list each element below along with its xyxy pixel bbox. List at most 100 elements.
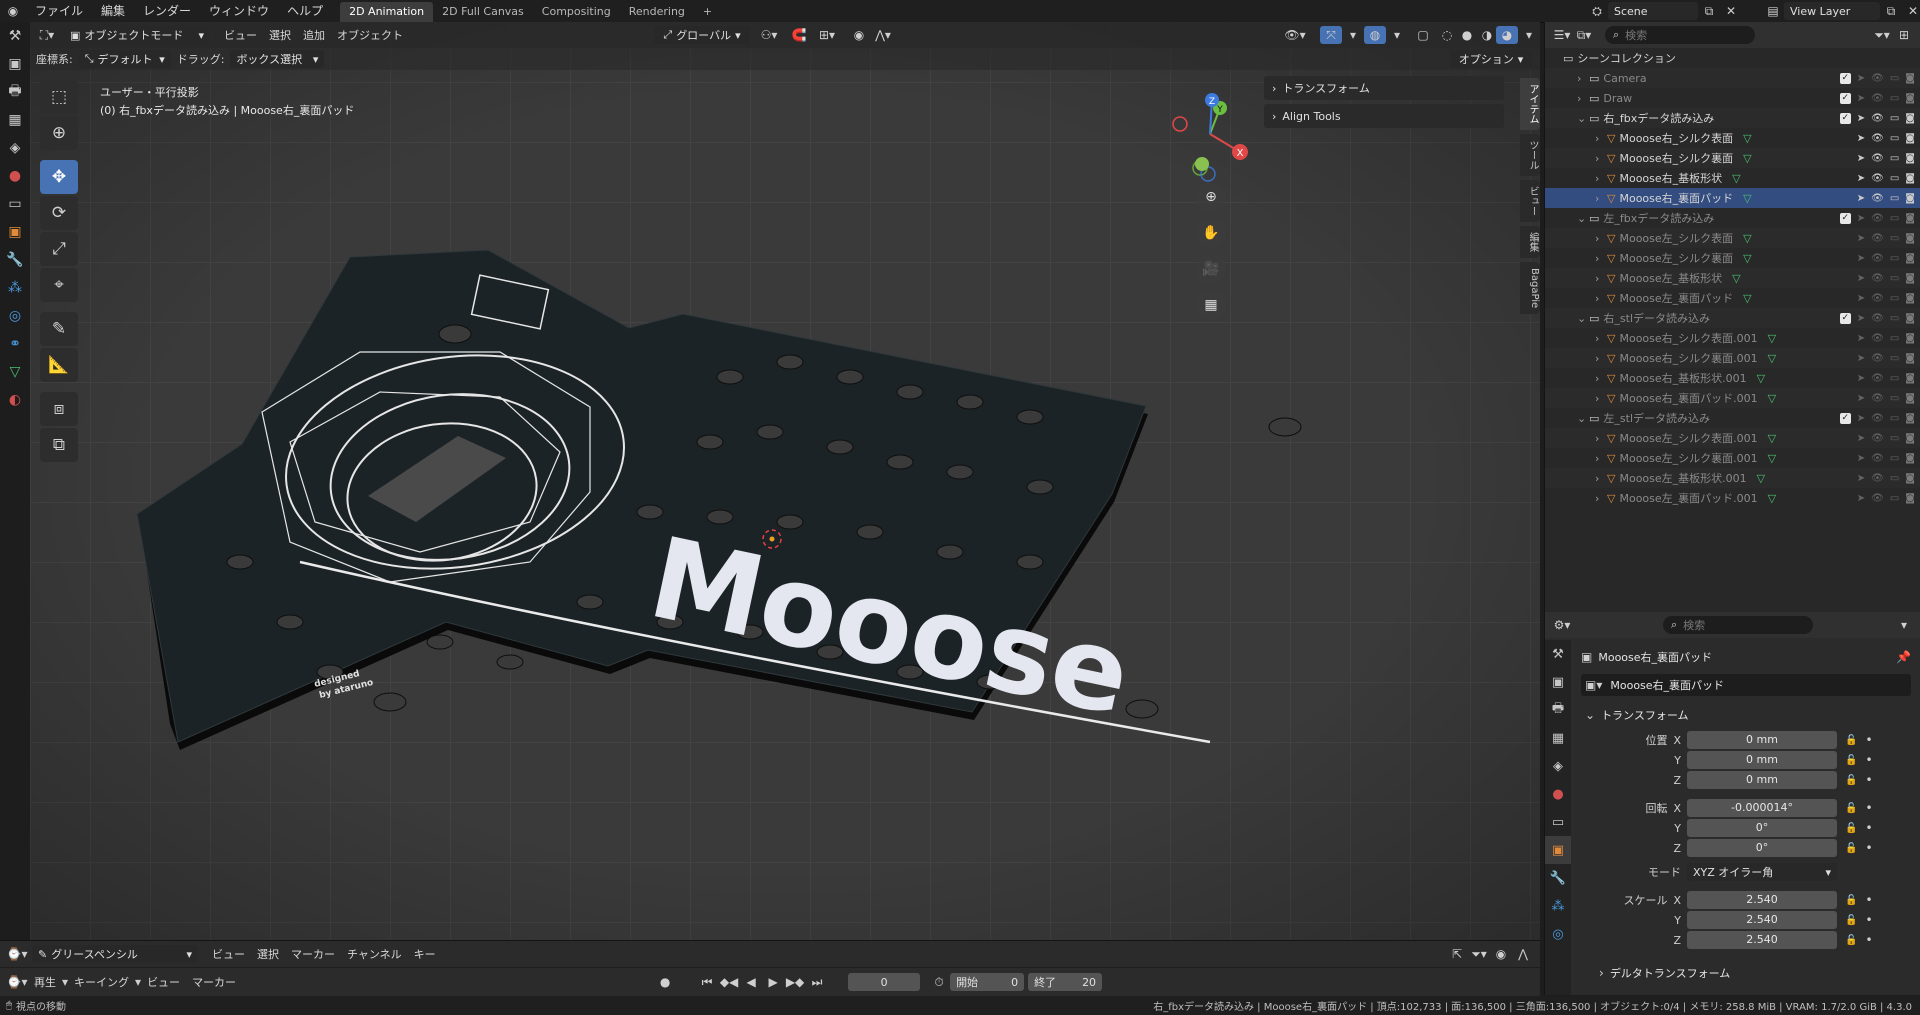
rotation-field[interactable]: 0° [1687,819,1837,837]
monitor-icon[interactable]: ▭ [1890,473,1899,484]
dopesheet-menu-item[interactable]: 選択 [257,946,279,962]
chevron-right-icon[interactable]: › [1595,132,1607,145]
outliner-search[interactable]: ⌕ 検索 [1605,26,1755,44]
keyframe-dot-icon[interactable]: • [1865,841,1872,855]
eye-icon[interactable]: 👁 [1871,453,1884,464]
lock-icon[interactable]: 🔓 [1845,775,1857,786]
scale-field[interactable]: 2.540 [1687,911,1837,929]
3d-viewport[interactable]: Mooose designed by ataruno ⛶▾ ▣ オブジェクトモー… [30,22,1540,940]
monitor-icon[interactable]: ▭ [1890,413,1899,424]
location-field[interactable]: 0 mm [1687,751,1837,769]
current-frame-field[interactable]: 0 [848,973,921,991]
sidebar-tab[interactable]: 編集 [1520,226,1540,258]
dopesheet-menu-item[interactable]: チャンネル [347,946,402,962]
outliner-row[interactable]: › ▽ Mooose右_裏面パッド ▽ ➤ 👁 ▭ ◙ [1545,188,1920,208]
selectable-icon[interactable]: ➤ [1857,473,1865,484]
wireframe-shading-icon[interactable]: ◌ [1436,26,1458,44]
collection-icon[interactable]: ▭ [0,190,30,218]
monitor-icon[interactable]: ▭ [1890,353,1899,364]
selectable-icon[interactable]: ➤ [1857,153,1865,164]
scale-tool[interactable]: ⤢ [40,232,78,266]
keyframe-dot-icon[interactable]: • [1865,753,1872,767]
lock-icon[interactable]: 🔓 [1845,915,1857,926]
new-collection-icon[interactable]: ⊞ [1893,26,1915,44]
visibility-icon[interactable]: 👁▾ [1284,26,1306,44]
timeline-menu-item[interactable]: ビュー [147,974,180,990]
scale-field[interactable]: 2.540 [1687,891,1837,909]
camera-icon[interactable]: ◙ [1905,133,1915,144]
chevron-right-icon[interactable]: › [1577,92,1589,105]
menu-item[interactable]: レンダー [134,0,200,22]
outliner-root[interactable]: ▭ シーンコレクション [1545,48,1920,68]
keyframe-dot-icon[interactable]: • [1865,893,1872,907]
outliner-row[interactable]: › ▽ Mooose左_基板形状.001 ▽ ➤ 👁 ▭ ◙ [1545,468,1920,488]
falloff-icon[interactable]: ⋀ [1512,945,1534,963]
outliner-editor-icon[interactable]: ☰▾ [1551,26,1573,44]
monitor-icon[interactable]: ▭ [1890,113,1899,124]
outliner-row[interactable]: › ▽ Mooose右_基板形状.001 ▽ ➤ 👁 ▭ ◙ [1545,368,1920,388]
exclude-checkbox[interactable]: ✓ [1839,312,1851,324]
eye-icon[interactable]: 👁 [1871,113,1884,124]
outliner-row[interactable]: › ▽ Mooose左_シルク裏面 ▽ ➤ 👁 ▭ ◙ [1545,248,1920,268]
camera-icon[interactable]: ◙ [1905,193,1915,204]
exclude-checkbox[interactable]: ✓ [1839,72,1851,84]
lock-icon[interactable]: 🔓 [1845,935,1857,946]
selectable-icon[interactable]: ➤ [1857,373,1865,384]
chevron-down-icon[interactable]: ⌄ [1577,112,1589,125]
outliner-row[interactable]: › ▽ Mooose左_裏面パッド ▽ ➤ 👁 ▭ ◙ [1545,288,1920,308]
workspace-tab[interactable]: 2D Animation [340,1,434,22]
selectable-icon[interactable]: ➤ [1857,233,1865,244]
eye-icon[interactable]: 👁 [1871,413,1884,424]
lock-icon[interactable]: 🔓 [1845,895,1857,906]
eye-icon[interactable]: 👁 [1871,333,1884,344]
selectable-icon[interactable]: ➤ [1857,433,1865,444]
modifier-icon[interactable]: 🔧 [0,246,30,274]
lock-icon[interactable]: 🔓 [1845,823,1857,834]
keyframe-dot-icon[interactable]: • [1865,821,1872,835]
timeline-menu-item[interactable]: マーカー [192,974,236,990]
only-selected-icon[interactable]: ⇱ [1446,945,1468,963]
selectable-icon[interactable]: ➤ [1857,173,1865,184]
monitor-icon[interactable]: ▭ [1890,293,1899,304]
dopesheet-menu-item[interactable]: マーカー [291,946,335,962]
chevron-right-icon[interactable]: › [1595,432,1607,445]
transform-orientation-selector[interactable]: ⤢ グローバル ▾ [654,26,750,44]
chevron-right-icon[interactable]: › [1595,152,1607,165]
workspace-tab[interactable]: Compositing [533,2,620,22]
monitor-icon[interactable]: ▭ [1890,213,1899,224]
camera-icon[interactable]: ◙ [1905,393,1915,404]
lock-icon[interactable]: 🔓 [1845,843,1857,854]
world-tab-icon[interactable]: ● [1545,780,1571,808]
monitor-icon[interactable]: ▭ [1890,173,1899,184]
camera-icon[interactable]: ◙ [1905,93,1915,104]
timeline-editor-icon[interactable]: ⌚▾ [6,973,28,991]
selectable-icon[interactable]: ➤ [1857,313,1865,324]
material-icon[interactable]: ◐ [0,386,30,414]
new-view-layer-icon[interactable]: ⧉ [1880,2,1902,20]
view-layer-tab-icon[interactable]: ▦ [0,106,30,134]
world-icon[interactable]: ● [0,162,30,190]
outliner-row[interactable]: ⌄ ▭ 左_fbxデータ読み込み ✓ ➤ 👁 ▭ ◙ [1545,208,1920,228]
properties-editor-icon[interactable]: ⚙▾ [1551,616,1573,634]
monitor-icon[interactable]: ▭ [1890,193,1899,204]
drag-selector[interactable]: ボックス選択 ▾ [230,50,325,68]
exclude-checkbox[interactable]: ✓ [1839,112,1851,124]
camera-icon[interactable]: ◙ [1905,313,1915,324]
eye-icon[interactable]: 👁 [1871,393,1884,404]
camera-icon[interactable]: ◙ [1905,453,1915,464]
rendered-shading-icon[interactable]: ◕ [1496,26,1518,44]
eye-icon[interactable]: 👁 [1871,253,1884,264]
camera-icon[interactable]: ◙ [1905,253,1915,264]
add-cube-tool[interactable]: ⧈ [40,392,78,426]
outliner-row[interactable]: › ▽ Mooose右_シルク裏面 ▽ ➤ 👁 ▭ ◙ [1545,148,1920,168]
selectable-icon[interactable]: ➤ [1857,273,1865,284]
selectable-icon[interactable]: ➤ [1857,193,1865,204]
eye-icon[interactable]: 👁 [1871,313,1884,324]
camera-icon[interactable]: ◙ [1905,153,1915,164]
location-field[interactable]: 0 mm [1687,731,1837,749]
jump-end-icon[interactable]: ⏭ [806,973,828,991]
pivot-point-icon[interactable]: ⚇▾ [758,26,780,44]
location-field[interactable]: 0 mm [1687,771,1837,789]
eye-icon[interactable]: 👁 [1871,173,1884,184]
dopesheet-menu-item[interactable]: キー [414,946,436,962]
